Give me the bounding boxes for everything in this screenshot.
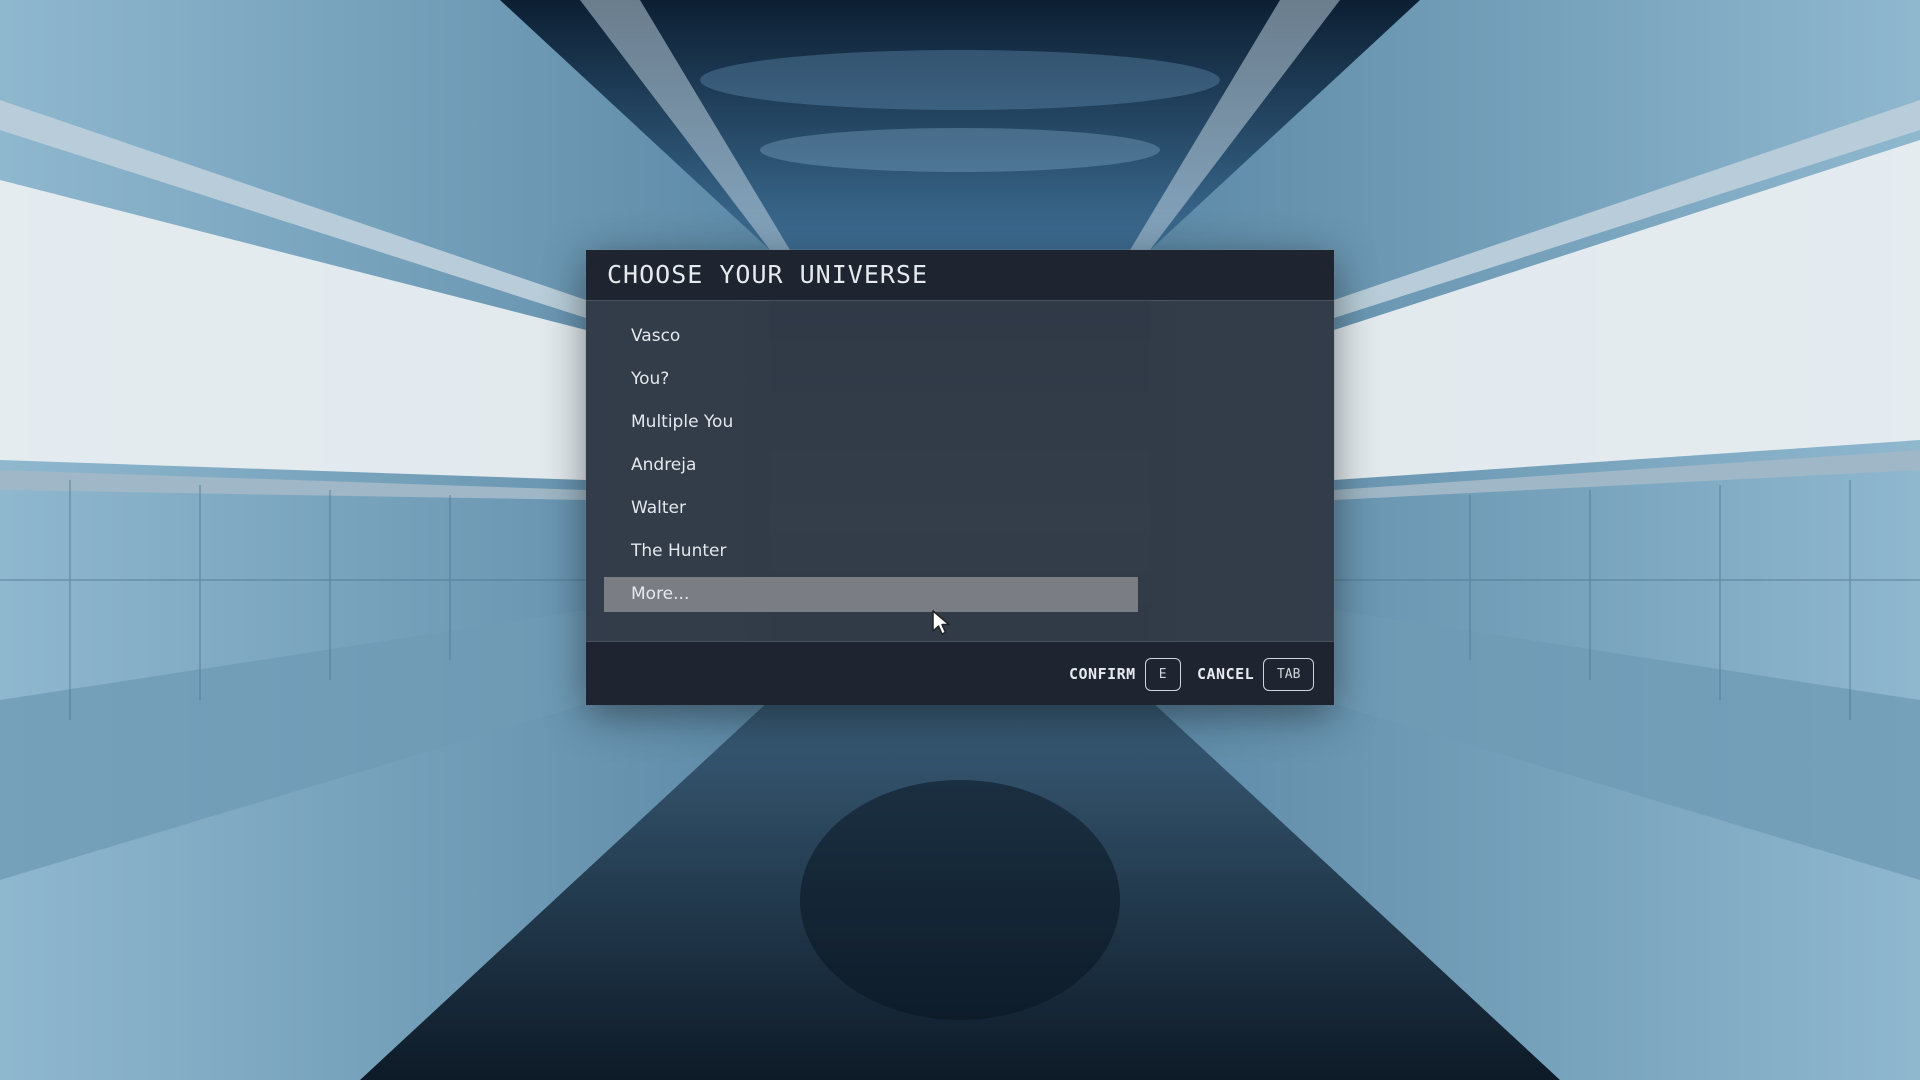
option-label: Multiple You	[631, 412, 734, 432]
option-you[interactable]: You?	[604, 362, 1138, 397]
cancel-button[interactable]: CANCEL TAB	[1197, 656, 1315, 692]
option-walter[interactable]: Walter	[604, 491, 1138, 526]
cancel-key-hint: TAB	[1263, 657, 1315, 691]
confirm-key-hint: E	[1144, 657, 1181, 691]
dialog-header: CHOOSE YOUR UNIVERSE	[586, 250, 1334, 301]
option-the-hunter[interactable]: The Hunter	[604, 534, 1138, 569]
cancel-label: CANCEL	[1197, 665, 1255, 683]
option-andreja[interactable]: Andreja	[604, 448, 1138, 483]
universe-option-list: Vasco You? Multiple You Andreja Walter T…	[604, 319, 1138, 620]
confirm-button[interactable]: CONFIRM E	[1069, 656, 1181, 692]
option-label: More...	[631, 584, 690, 604]
choose-universe-dialog: CHOOSE YOUR UNIVERSE Vasco You? Multiple…	[586, 250, 1334, 705]
option-label: You?	[631, 369, 670, 389]
confirm-label: CONFIRM	[1069, 665, 1136, 683]
dialog-footer: CONFIRM E CANCEL TAB	[586, 641, 1334, 705]
mouse-pointer-icon	[932, 610, 950, 635]
option-label: Vasco	[631, 326, 681, 346]
dialog-title: CHOOSE YOUR UNIVERSE	[607, 260, 929, 289]
option-label: Walter	[631, 498, 686, 518]
option-label: The Hunter	[631, 541, 727, 561]
option-more[interactable]: More...	[604, 577, 1138, 612]
option-vasco[interactable]: Vasco	[604, 319, 1138, 354]
option-multiple-you[interactable]: Multiple You	[604, 405, 1138, 440]
option-label: Andreja	[631, 455, 697, 475]
